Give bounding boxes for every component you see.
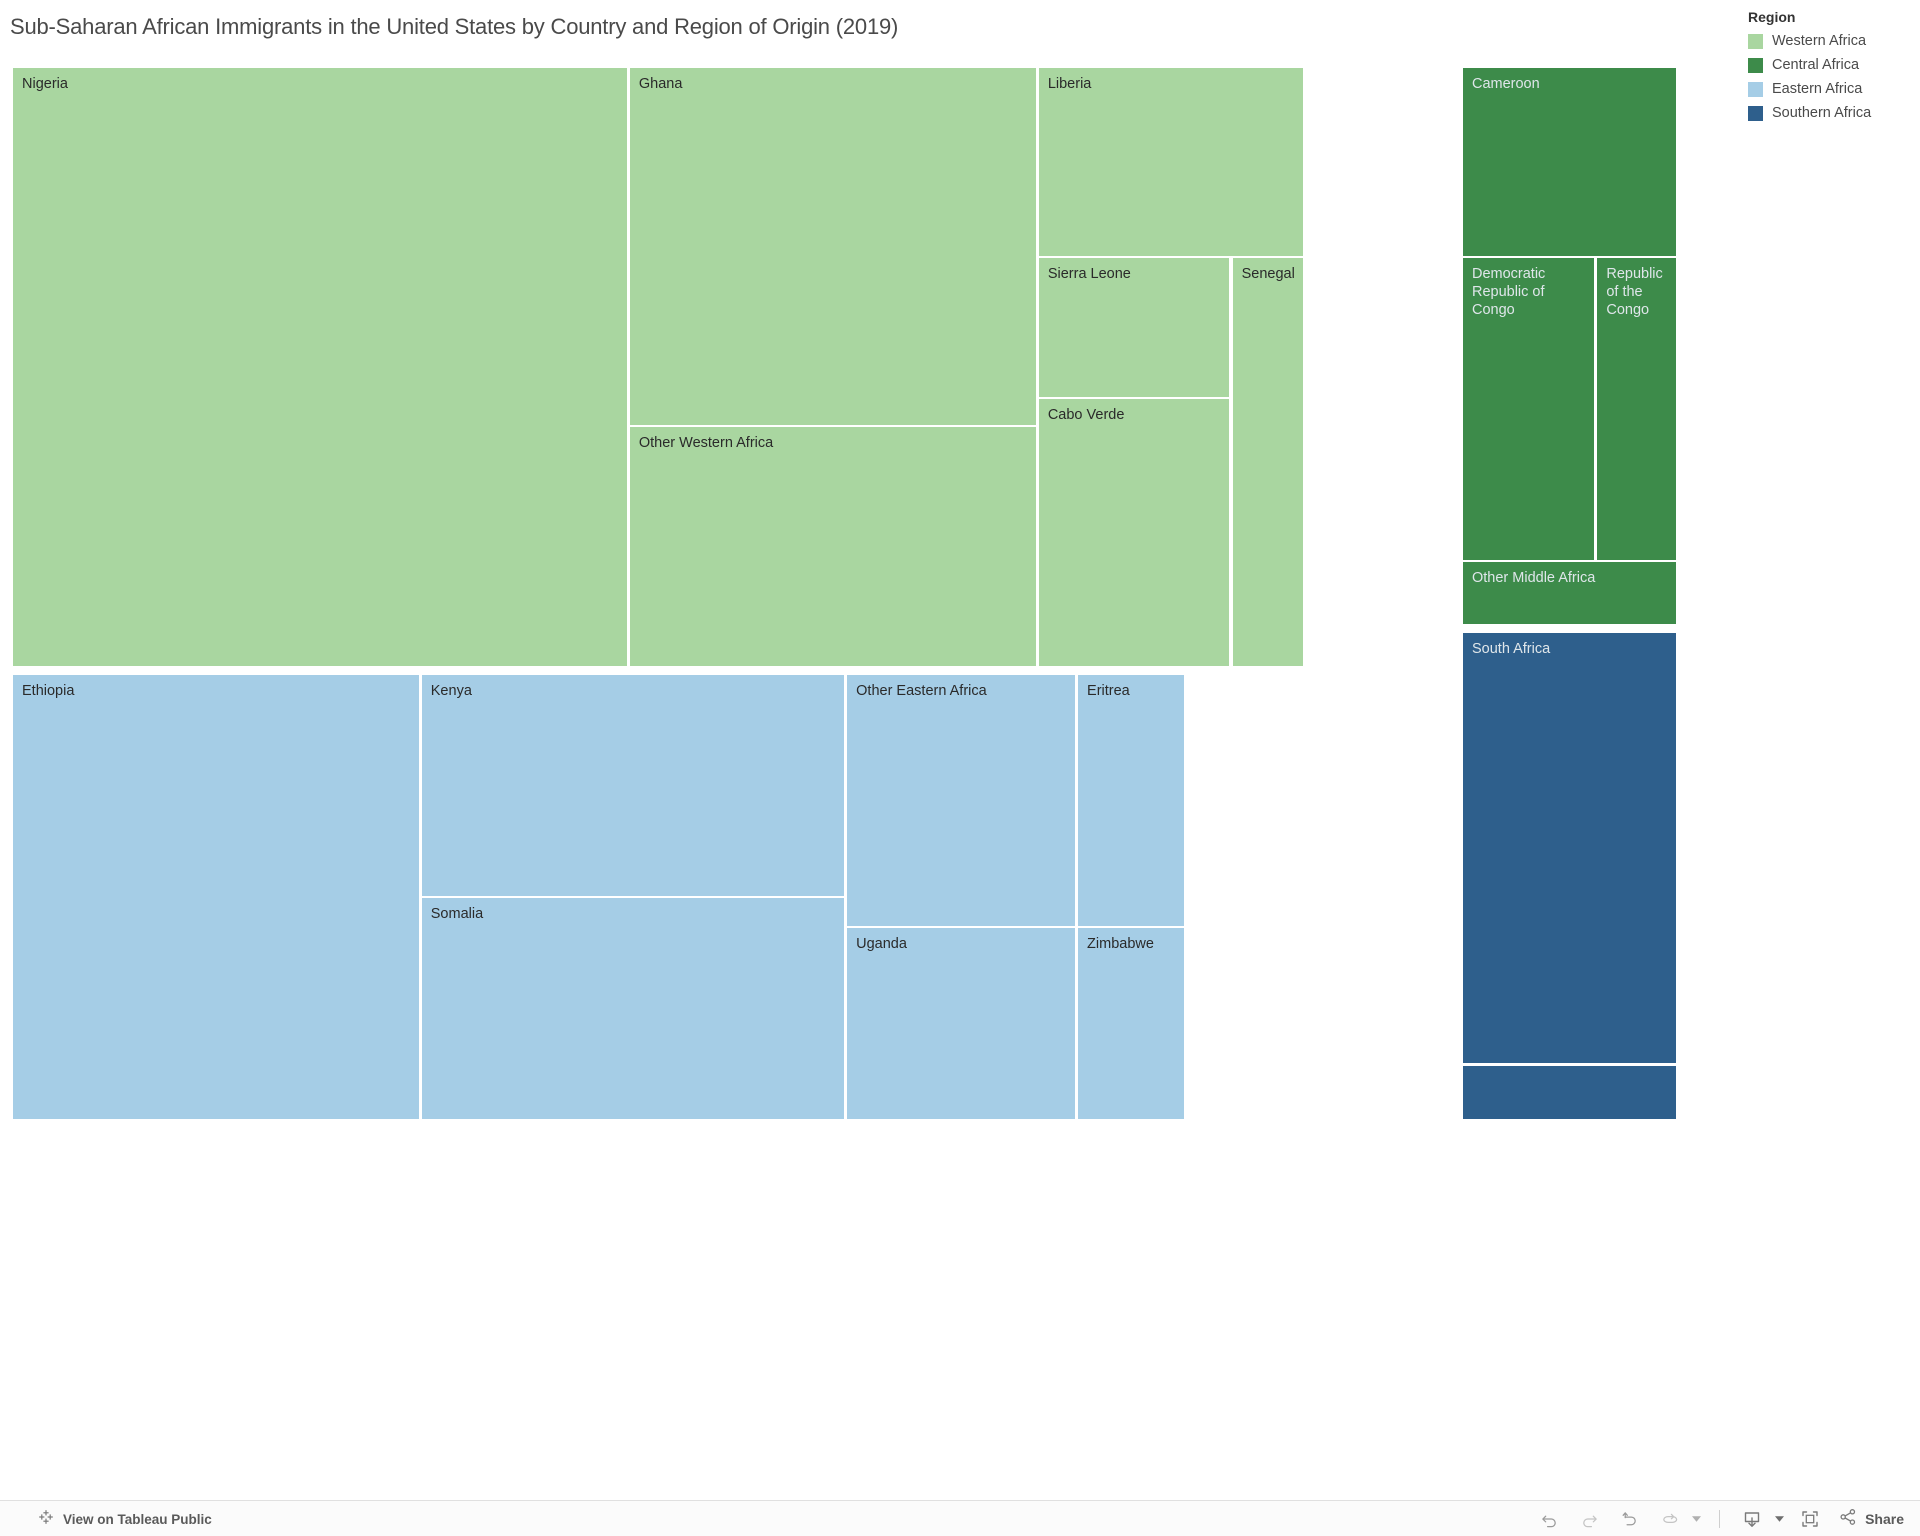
treemap-tile-label: Ghana: [638, 76, 683, 92]
share-button[interactable]: Share: [1838, 1507, 1904, 1532]
fullscreen-icon[interactable]: [1795, 1504, 1825, 1534]
treemap-tile-label: Eritrea: [1087, 683, 1130, 700]
legend-swatch: [1748, 105, 1763, 121]
treemap-tile-sierra-leone[interactable]: Sierra Leone: [1038, 258, 1230, 398]
treemap-tile-label: Sierra Leone: [1047, 266, 1131, 283]
treemap-tile-label: Other Middle Africa: [1471, 570, 1596, 587]
treemap-tile-label: Cameroon: [1471, 76, 1540, 92]
share-label: Share: [1865, 1511, 1904, 1527]
treemap-tile-uganda[interactable]: Uganda: [847, 928, 1075, 1119]
treemap-chart: Nigeria Ghana Other Western Africa Liberia S…: [13, 68, 1740, 1119]
treemap-tile-ghana[interactable]: Ghana: [629, 68, 1036, 426]
download-icon[interactable]: [1737, 1504, 1767, 1534]
treemap-tile-democratic-republic-of-congo[interactable]: Democratic Republic of Congo: [1462, 257, 1595, 561]
treemap-tile-republic-of-the-congo[interactable]: Republic of the Congo: [1597, 257, 1676, 561]
view-on-tableau-public-label: View on Tableau Public: [63, 1511, 212, 1527]
treemap-tile-label: Kenya: [430, 683, 472, 700]
revert-icon[interactable]: [1614, 1504, 1644, 1534]
treemap-tile-label: Ethiopia: [22, 683, 75, 700]
view-on-tableau-public-button[interactable]: View on Tableau Public: [38, 1501, 212, 1536]
tableau-logo-icon: [38, 1509, 54, 1530]
share-icon: [1838, 1507, 1858, 1532]
page-title: Sub-Saharan African Immigrants in the Un…: [10, 14, 899, 39]
treemap-tile-other-middle-africa[interactable]: Other Middle Africa: [1462, 562, 1676, 624]
treemap-tile[interactable]: [1462, 1066, 1676, 1119]
legend-item-label: Southern Africa: [1772, 105, 1872, 121]
treemap-tile-eritrea[interactable]: Eritrea: [1078, 675, 1185, 927]
treemap-tile-label: Other Western Africa: [638, 435, 774, 452]
footer-tool-group: Share: [1529, 1501, 1904, 1536]
legend-item-western-africa[interactable]: Western Africa: [1748, 29, 1918, 53]
treemap-tile-label: Republic of the Congo: [1606, 265, 1663, 318]
treemap-tile-cabo-verde[interactable]: Cabo Verde: [1038, 399, 1230, 667]
legend-item-label: Central Africa: [1772, 57, 1860, 73]
treemap-tile-label: Democratic Republic of Congo: [1471, 265, 1546, 318]
treemap-tile-label: Liberia: [1047, 76, 1092, 92]
treemap-tile-label: Somalia: [430, 906, 484, 923]
treemap-tile-south-africa[interactable]: South Africa: [1462, 633, 1676, 1064]
download-caret-icon[interactable]: [1772, 1504, 1786, 1534]
treemap-tile-cameroon[interactable]: Cameroon: [1462, 68, 1676, 256]
undo-icon[interactable]: [1534, 1504, 1564, 1534]
treemap-tile-label: Senegal: [1241, 266, 1295, 283]
treemap-tile-other-western-africa[interactable]: Other Western Africa: [629, 427, 1036, 666]
treemap-tile-label: Zimbabwe: [1087, 936, 1154, 953]
treemap-tile-label: Uganda: [856, 936, 907, 953]
footer-toolbar: View on Tableau Public Share: [0, 1500, 1920, 1536]
legend-item-southern-africa[interactable]: Southern Africa: [1748, 101, 1918, 125]
refresh-icon[interactable]: [1654, 1504, 1684, 1534]
legend-item-eastern-africa[interactable]: Eastern Africa: [1748, 77, 1918, 101]
legend-item-central-africa[interactable]: Central Africa: [1748, 53, 1918, 77]
legend-title: Region: [1748, 9, 1796, 25]
tableau-viz-container: Sub-Saharan African Immigrants in the Un…: [0, 0, 1920, 1536]
treemap-tile-ethiopia[interactable]: Ethiopia: [13, 675, 419, 1119]
treemap-tile-nigeria[interactable]: Nigeria: [13, 68, 627, 667]
treemap-tile-label: Other Eastern Africa: [856, 683, 987, 700]
treemap-tile-other-eastern-africa[interactable]: Other Eastern Africa: [847, 675, 1075, 927]
treemap-tile-kenya[interactable]: Kenya: [421, 675, 844, 897]
toolbar-divider: [1719, 1510, 1721, 1528]
treemap-tile-liberia[interactable]: Liberia: [1038, 68, 1303, 257]
legend-swatch: [1748, 57, 1763, 73]
treemap-tile-label: Cabo Verde: [1047, 407, 1125, 424]
treemap-tile-somalia[interactable]: Somalia: [421, 898, 844, 1119]
treemap-tile-senegal[interactable]: Senegal: [1232, 258, 1303, 666]
treemap-tile-label: South Africa: [1471, 641, 1551, 658]
legend-item-label: Eastern Africa: [1772, 81, 1863, 97]
legend-swatch: [1748, 81, 1763, 97]
legend-swatch: [1748, 33, 1763, 49]
legend: Region Western Africa Central Africa Easte…: [1748, 8, 1918, 125]
treemap-tile-zimbabwe[interactable]: Zimbabwe: [1078, 928, 1185, 1119]
legend-items: Western Africa Central Africa Eastern Afri…: [1748, 29, 1918, 125]
legend-item-label: Western Africa: [1772, 33, 1867, 49]
refresh-caret-icon[interactable]: [1689, 1504, 1703, 1534]
treemap-tile-label: Nigeria: [22, 76, 68, 92]
redo-icon[interactable]: [1574, 1504, 1604, 1534]
